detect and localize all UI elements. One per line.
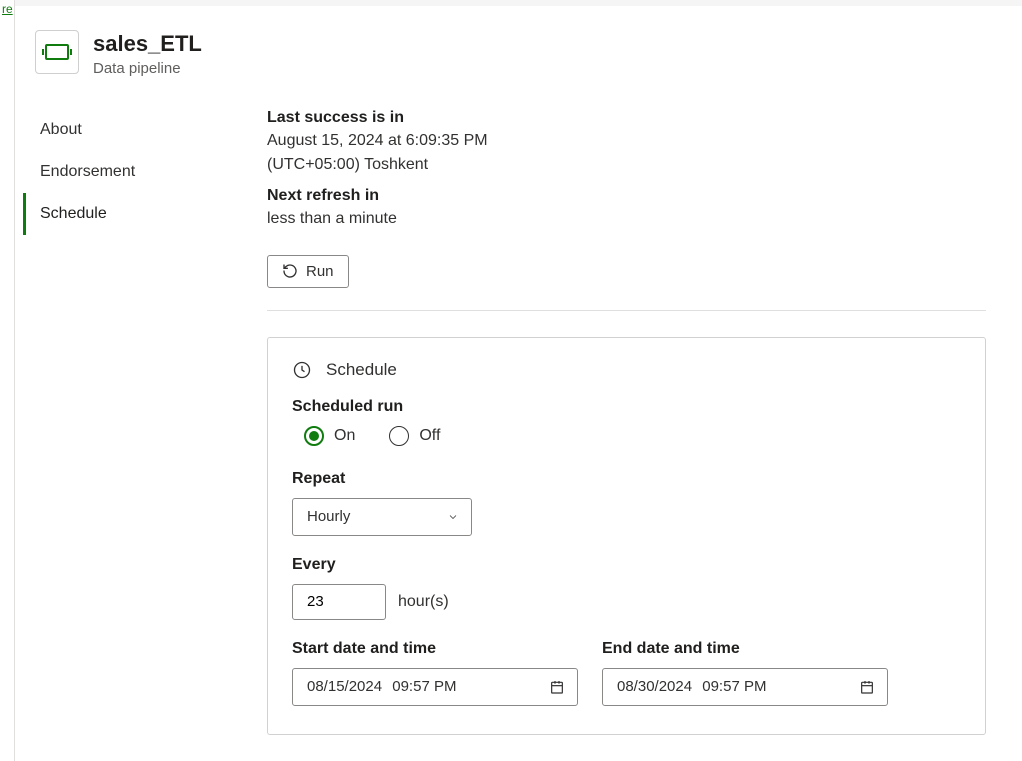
sidebar-item-about[interactable]: About <box>23 109 247 151</box>
scheduled-run-radio-group: On Off <box>304 426 961 446</box>
repeat-group: Repeat Hourly <box>292 470 961 536</box>
every-unit: hour(s) <box>398 593 449 611</box>
card-header: Schedule <box>292 360 961 380</box>
start-date-value: 08/15/2024 <box>307 678 382 695</box>
sidebar-item-label: About <box>40 121 82 138</box>
last-success-label: Last success is in <box>267 109 986 127</box>
radio-off[interactable]: Off <box>389 426 440 446</box>
start-date-input[interactable]: 08/15/2024 09:57 PM <box>292 668 578 706</box>
radio-indicator-on <box>304 426 324 446</box>
next-refresh-label: Next refresh in <box>267 187 986 205</box>
end-time-value: 09:57 PM <box>702 678 766 695</box>
every-group: Every hour(s) <box>292 556 961 620</box>
start-date-label: Start date and time <box>292 640 578 658</box>
scheduled-run-label: Scheduled run <box>292 398 961 416</box>
schedule-card: Schedule Scheduled run On Off <box>267 337 986 735</box>
end-date-input[interactable]: 08/30/2024 09:57 PM <box>602 668 888 706</box>
end-date-group: End date and time 08/30/2024 09:57 PM <box>602 640 888 706</box>
calendar-icon <box>859 679 875 695</box>
calendar-icon <box>549 679 565 695</box>
main-content: Last success is in August 15, 2024 at 6:… <box>247 95 1022 735</box>
timezone: (UTC+05:00) Toshkent <box>267 153 986 177</box>
radio-indicator-off <box>389 426 409 446</box>
last-success-block: Last success is in August 15, 2024 at 6:… <box>267 109 986 177</box>
repeat-label: Repeat <box>292 470 961 488</box>
partial-link[interactable]: re <box>0 0 15 18</box>
every-input[interactable] <box>292 584 386 620</box>
next-refresh-block: Next refresh in less than a minute <box>267 187 986 231</box>
settings-panel: sales_ETL Data pipeline About Endorsemen… <box>15 6 1022 761</box>
start-date-group: Start date and time 08/15/2024 09:57 PM <box>292 640 578 706</box>
background-strip: re <box>0 0 15 761</box>
title-block: sales_ETL Data pipeline <box>93 30 202 77</box>
pipeline-title: sales_ETL <box>93 30 202 58</box>
refresh-icon <box>282 263 298 279</box>
date-range-row: Start date and time 08/15/2024 09:57 PM <box>292 640 961 706</box>
panel-header: sales_ETL Data pipeline <box>15 6 1022 85</box>
radio-on[interactable]: On <box>304 426 355 446</box>
sidebar-item-label: Endorsement <box>40 163 135 180</box>
run-button-label: Run <box>306 263 334 280</box>
chevron-down-icon <box>447 511 459 523</box>
scheduled-run-group: Scheduled run On Off <box>292 398 961 446</box>
sidebar-item-schedule[interactable]: Schedule <box>23 193 247 235</box>
run-button[interactable]: Run <box>267 255 349 288</box>
last-success-value: August 15, 2024 at 6:09:35 PM <box>267 129 986 153</box>
radio-off-label: Off <box>419 427 440 445</box>
section-divider <box>267 310 986 311</box>
every-label: Every <box>292 556 961 574</box>
end-date-value: 08/30/2024 <box>617 678 692 695</box>
sidebar-item-label: Schedule <box>40 205 107 222</box>
sidebar-nav: About Endorsement Schedule <box>15 95 247 735</box>
repeat-value: Hourly <box>307 508 350 525</box>
pipeline-type: Data pipeline <box>93 60 202 77</box>
end-date-label: End date and time <box>602 640 888 658</box>
clock-icon <box>292 360 312 380</box>
radio-on-label: On <box>334 427 355 445</box>
sidebar-item-endorsement[interactable]: Endorsement <box>23 151 247 193</box>
card-title: Schedule <box>326 360 397 380</box>
start-time-value: 09:57 PM <box>392 678 456 695</box>
pipeline-icon <box>35 30 79 74</box>
repeat-select[interactable]: Hourly <box>292 498 472 536</box>
next-refresh-value: less than a minute <box>267 207 986 231</box>
